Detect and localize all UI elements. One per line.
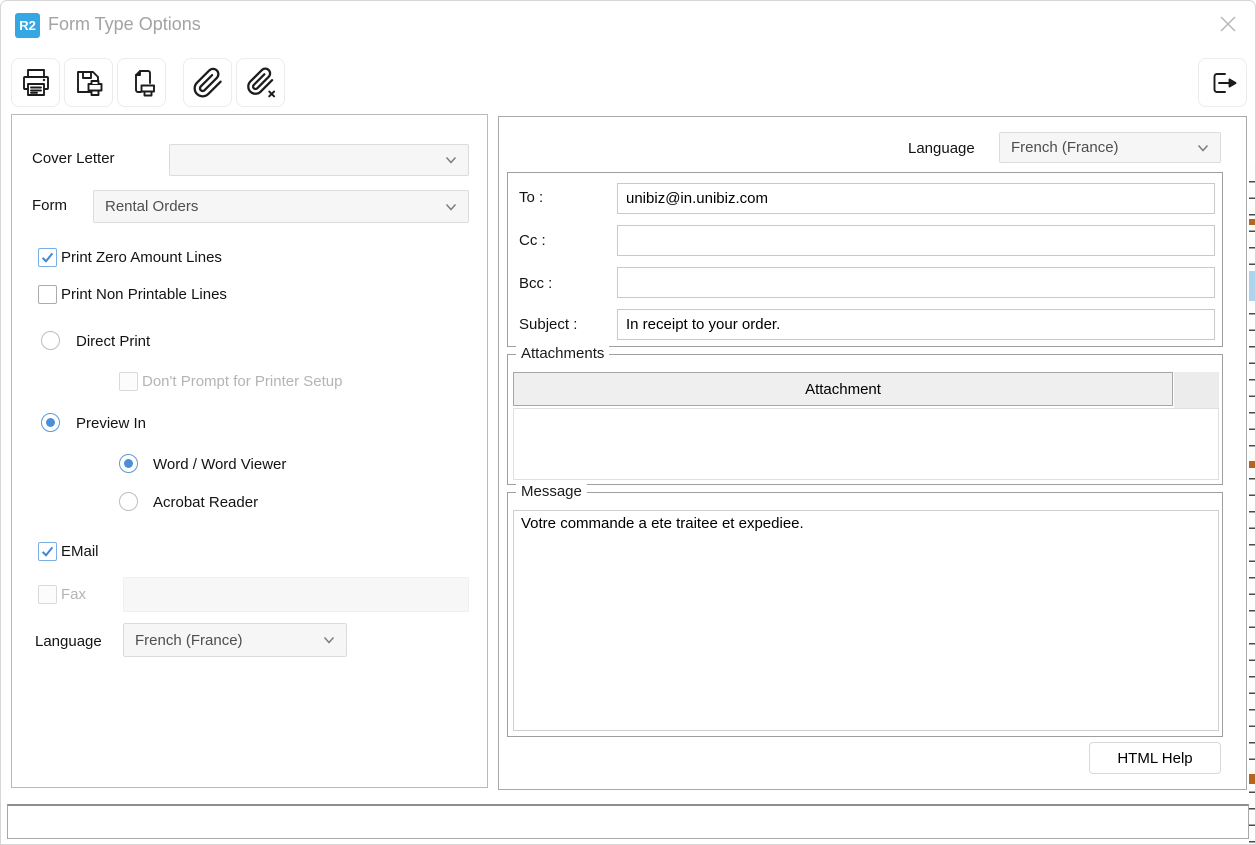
acrobat-reader-radio[interactable]	[119, 492, 138, 511]
close-button[interactable]	[1215, 11, 1241, 37]
cover-letter-dropdown[interactable]	[169, 144, 469, 176]
to-input[interactable]	[617, 183, 1215, 214]
dont-prompt-checkbox[interactable]	[119, 372, 138, 391]
remove-attachment-button[interactable]	[236, 58, 285, 107]
cc-input[interactable]	[617, 225, 1215, 256]
background-window-sliver	[1249, 166, 1255, 844]
save-print-icon	[72, 66, 106, 100]
email-language-label: Language	[908, 140, 975, 157]
preview-in-radio[interactable]	[41, 413, 60, 432]
bcc-label: Bcc :	[519, 275, 553, 292]
print-setup-button[interactable]	[117, 58, 166, 107]
status-bar	[7, 804, 1249, 839]
email-language-value: French (France)	[1011, 139, 1119, 156]
attachment-header-stub	[1174, 372, 1219, 408]
attach-button[interactable]	[183, 58, 232, 107]
sliver-mark	[1249, 271, 1255, 301]
language-label: Language	[35, 633, 102, 650]
print-zero-amount-checkbox[interactable]	[38, 248, 57, 267]
attachment-column-header[interactable]: Attachment	[513, 372, 1173, 406]
acrobat-reader-label[interactable]: Acrobat Reader	[153, 494, 258, 511]
word-viewer-radio[interactable]	[119, 454, 138, 473]
fax-number-input[interactable]	[123, 577, 469, 612]
dont-prompt-label: Don't Prompt for Printer Setup	[142, 373, 343, 390]
attachments-group-label: Attachments	[516, 345, 610, 362]
preview-in-label[interactable]: Preview In	[76, 415, 146, 432]
exit-button[interactable]	[1198, 58, 1247, 107]
direct-print-label[interactable]: Direct Print	[76, 333, 150, 350]
cover-letter-label: Cover Letter	[32, 150, 115, 167]
sliver-mark	[1249, 461, 1255, 468]
email-checkbox[interactable]	[38, 542, 57, 561]
message-textarea[interactable]: Votre commande a ete traitee et expediee…	[513, 510, 1219, 731]
check-icon	[40, 250, 55, 265]
print-zero-amount-label[interactable]: Print Zero Amount Lines	[61, 249, 222, 266]
address-group: To : Cc : Bcc : Subject :	[507, 172, 1223, 347]
cc-label: Cc :	[519, 232, 546, 249]
email-language-dropdown[interactable]: French (France)	[999, 132, 1221, 163]
subject-input[interactable]	[617, 309, 1215, 340]
form-type-options-dialog: R2 Form Type Options Cover Letter Form R…	[0, 0, 1256, 845]
close-icon	[1218, 14, 1238, 34]
print-setup-icon	[125, 66, 159, 100]
attachments-group: Attachments Attachment	[507, 345, 1223, 485]
language-value: French (France)	[135, 631, 243, 649]
print-options-panel: Cover Letter Form Rental Orders Print Ze…	[11, 114, 488, 788]
form-label: Form	[32, 197, 67, 214]
chevron-down-icon	[1195, 140, 1211, 156]
fax-checkbox[interactable]	[38, 585, 57, 604]
message-group-label: Message	[516, 483, 587, 500]
attach-icon	[192, 67, 224, 99]
to-label: To :	[519, 189, 544, 206]
chevron-down-icon	[443, 199, 459, 215]
form-value: Rental Orders	[105, 198, 199, 215]
print-non-printable-label[interactable]: Print Non Printable Lines	[61, 286, 227, 303]
html-help-button[interactable]: HTML Help	[1089, 742, 1221, 774]
email-label[interactable]: EMail	[61, 543, 99, 560]
sliver-mark	[1249, 219, 1255, 225]
direct-print-radio[interactable]	[41, 331, 60, 350]
fax-label: Fax	[61, 586, 87, 603]
check-icon	[40, 544, 55, 559]
save-print-button[interactable]	[64, 58, 113, 107]
form-dropdown[interactable]: Rental Orders	[93, 190, 469, 223]
message-group: Message Votre commande a ete traitee et …	[507, 483, 1223, 737]
exit-icon	[1206, 66, 1240, 100]
email-options-panel: Language French (France) To : Cc : Bcc :…	[498, 116, 1247, 790]
sliver-mark	[1249, 774, 1255, 784]
language-dropdown[interactable]: French (France)	[123, 623, 347, 657]
chevron-down-icon	[443, 152, 459, 168]
subject-label: Subject :	[519, 316, 578, 333]
remove-attachment-icon	[245, 66, 277, 99]
print-non-printable-checkbox[interactable]	[38, 285, 57, 304]
window-title: Form Type Options	[48, 14, 201, 34]
print-icon	[19, 66, 53, 100]
chevron-down-icon	[321, 632, 337, 648]
print-button[interactable]	[11, 58, 60, 107]
app-logo-badge: R2	[15, 13, 40, 38]
word-viewer-label[interactable]: Word / Word Viewer	[153, 456, 286, 473]
attachments-list[interactable]	[513, 408, 1219, 480]
bcc-input[interactable]	[617, 267, 1215, 298]
